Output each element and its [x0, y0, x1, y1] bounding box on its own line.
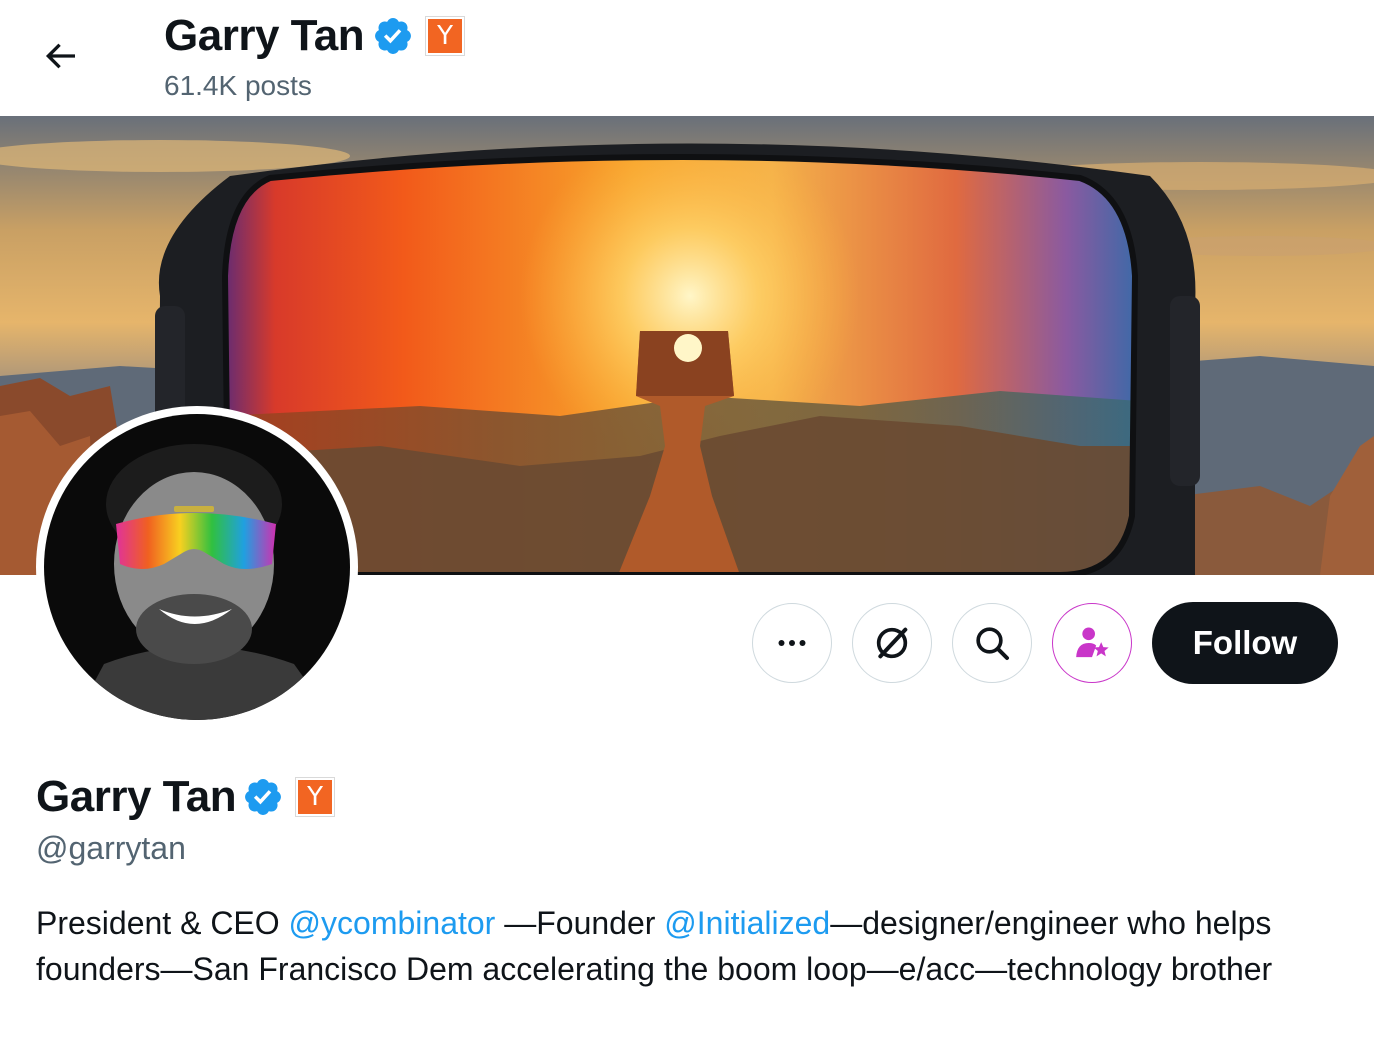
header-name: Garry Tan	[164, 11, 365, 60]
profile-avatar[interactable]	[36, 406, 358, 728]
profile-actions: Follow	[752, 602, 1338, 684]
ycombinator-badge-icon[interactable]: Y	[426, 17, 465, 55]
subscribe-icon	[1076, 627, 1109, 658]
more-icon	[778, 640, 806, 646]
grok-icon	[876, 627, 908, 659]
display-name: Garry Tan	[36, 772, 237, 821]
header-title-row: Garry Tan Y	[164, 10, 465, 62]
follow-button[interactable]: Follow	[1152, 602, 1338, 684]
back-button[interactable]	[22, 18, 98, 94]
ycombinator-badge-icon[interactable]: Y	[296, 778, 335, 816]
subscribe-button[interactable]	[1052, 603, 1132, 683]
search-button[interactable]	[952, 603, 1032, 683]
verified-badge-icon[interactable]	[242, 776, 284, 818]
header-post-count: 61.4K posts	[164, 70, 312, 101]
grok-button[interactable]	[852, 603, 932, 683]
more-button[interactable]	[752, 603, 832, 683]
avatar-image	[44, 414, 350, 720]
bio-text: —Founder	[495, 905, 665, 941]
mention-ycombinator-link[interactable]: @ycombinator	[289, 905, 496, 941]
top-header: Garry Tan Y 61.4K posts	[0, 0, 1374, 116]
user-handle: @garrytan	[36, 830, 186, 866]
profile-name-row: Garry Tan Y	[36, 770, 335, 824]
bio-text: President & CEO	[36, 905, 289, 941]
profile-bio: President & CEO @ycombinator —Founder @I…	[36, 900, 1336, 992]
verified-badge-icon[interactable]	[372, 15, 414, 57]
back-arrow-icon	[45, 43, 75, 69]
mention-initialized-link[interactable]: @Initialized	[664, 905, 830, 941]
search-icon	[976, 627, 1009, 660]
